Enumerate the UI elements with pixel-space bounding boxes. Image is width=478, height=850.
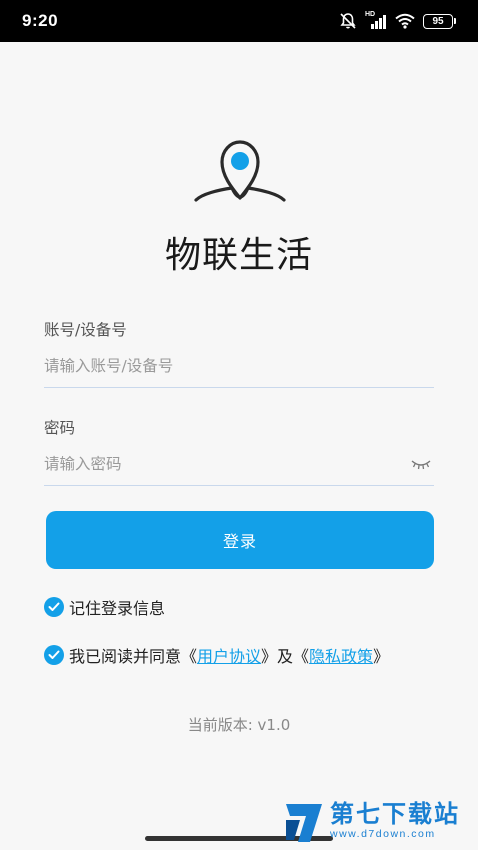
wifi-icon [395, 13, 415, 29]
app-title: 物联生活 [164, 235, 313, 276]
password-label: 密码 [44, 419, 76, 437]
eye-closed-icon[interactable] [410, 458, 432, 470]
password-input[interactable] [44, 442, 384, 485]
check-icon [48, 650, 60, 659]
remember-label: 记住登录信息 [69, 599, 166, 618]
login-button[interactable]: 登录 [46, 511, 434, 569]
bell-muted-icon [340, 13, 356, 29]
status-time: 9:20 [22, 11, 59, 30]
status-bar: 9:20 HD 95 [0, 0, 478, 42]
signal-icon: HD [365, 11, 387, 29]
watermark-url: www.d7down.com [330, 828, 436, 840]
privacy-policy-link[interactable]: 隐私政策 [309, 643, 373, 667]
watermark-name: 第七下载站 [330, 800, 460, 828]
battery-icon: 95 [423, 13, 456, 29]
battery-level: 95 [423, 13, 453, 29]
remember-checkbox[interactable] [44, 597, 64, 617]
remember-login-row[interactable]: 记住登录信息 [44, 595, 165, 619]
password-field[interactable] [44, 442, 434, 486]
watermark-logo-icon [286, 804, 322, 842]
version-label: 当前版本: v1.0 [187, 716, 291, 734]
account-label: 账号/设备号 [44, 321, 127, 339]
status-icons: HD 95 [339, 11, 456, 30]
agreement-suffix: 》 [373, 647, 390, 666]
agreement-row: 我已阅读并同意《 用户协议 》及《 隐私政策 》 [44, 643, 389, 667]
check-icon [48, 602, 60, 611]
account-field[interactable] [44, 344, 434, 388]
watermark: 第七下载站 www.d7down.com [282, 800, 478, 850]
agreement-middle: 》及《 [261, 647, 310, 666]
location-pin-icon [194, 140, 286, 202]
agreement-prefix: 我已阅读并同意《 [69, 647, 198, 666]
agreement-checkbox[interactable] [44, 645, 64, 665]
user-agreement-link[interactable]: 用户协议 [197, 643, 261, 667]
account-input[interactable] [44, 344, 384, 387]
